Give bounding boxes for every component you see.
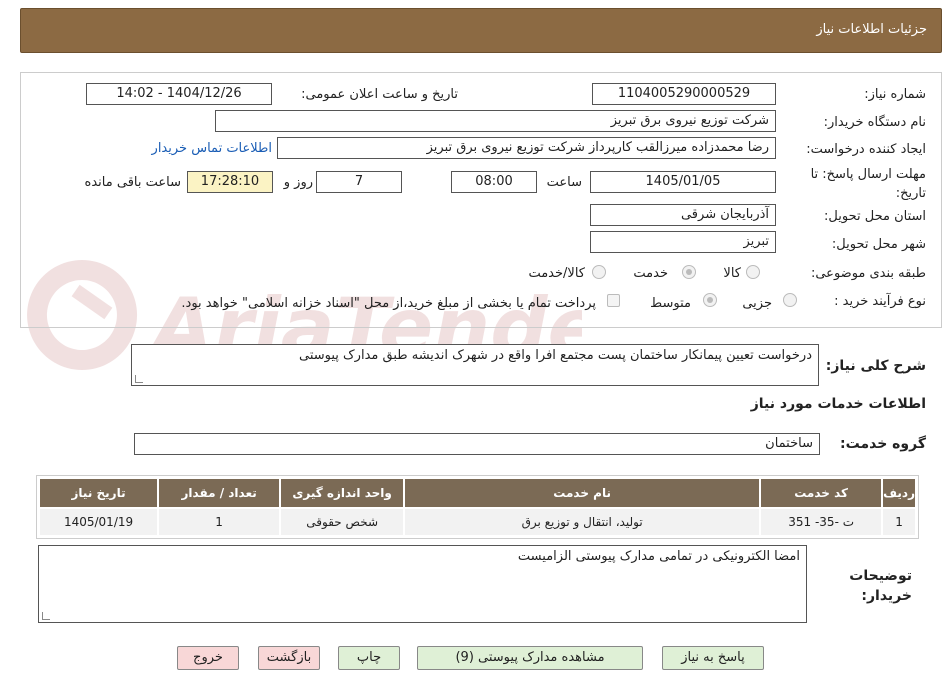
deadline-time-label: ساعت [546, 175, 582, 190]
category-option-both-radio[interactable] [592, 265, 606, 279]
buyer-org-field: شرکت توزیع نیروی برق تبریز [215, 110, 776, 132]
resize-handle-icon[interactable] [135, 375, 143, 383]
remaining-time-label: ساعت باقی مانده [84, 175, 181, 190]
category-option-both-label: کالا/خدمت [528, 266, 585, 281]
cell-service-name: تولید، انتقال و توزیع برق [403, 507, 762, 537]
buyer-notes-textarea[interactable]: امضا الکترونیکی در تمامی مدارک پیوستی ال… [38, 545, 807, 623]
need-number-field: 1104005290000529 [592, 83, 776, 105]
deadline-time-field: 08:00 [451, 171, 537, 193]
city-field: تبریز [590, 231, 776, 253]
days-remaining-field: 7 [316, 171, 402, 193]
need-number-label: شماره نیاز: [864, 87, 926, 102]
col-quantity: تعداد / مقدار [157, 477, 282, 509]
city-label: شهر محل تحویل: [831, 237, 926, 252]
col-service-code: کد خدمت [759, 477, 884, 509]
buyer-contact-link[interactable]: اطلاعات تماس خریدار [152, 141, 272, 156]
buyer-notes-text: امضا الکترونیکی در تمامی مدارک پیوستی ال… [517, 549, 800, 564]
requester-field: رضا محمدزاده میرزالقب کارپرداز شرکت توزی… [277, 137, 776, 159]
process-option-medium-radio[interactable] [703, 293, 717, 307]
category-label: طبقه بندی موضوعی: [810, 266, 926, 281]
buyer-org-label: نام دستگاه خریدار: [823, 115, 926, 130]
announce-date-field: 1404/12/26 - 14:02 [86, 83, 272, 105]
col-service-name: نام خدمت [403, 477, 762, 509]
category-option-service-label: خدمت [633, 266, 668, 281]
cell-quantity: 1 [157, 507, 282, 537]
category-option-goods-radio[interactable] [746, 265, 760, 279]
announce-date-label: تاریخ و ساعت اعلان عمومی: [301, 87, 458, 102]
category-option-service-radio[interactable] [682, 265, 696, 279]
page-title: جزئیات اطلاعات نیاز [816, 22, 927, 37]
service-group-label: گروه خدمت: [840, 436, 926, 452]
deadline-label: مهلت ارسال پاسخ: تا تاریخ: [810, 167, 926, 201]
deadline-date-field: 1405/01/05 [590, 171, 776, 193]
treasury-payment-checkbox[interactable] [607, 294, 620, 307]
col-need-date: تاریخ نیاز [37, 477, 160, 509]
treasury-payment-note: پرداخت تمام یا بخشی از مبلغ خرید،از محل … [181, 296, 596, 311]
services-table-header: ردیف کد خدمت نام خدمت واحد اندازه گیری ت… [37, 477, 917, 509]
print-button[interactable]: چاپ [338, 646, 400, 670]
page-header: جزئیات اطلاعات نیاز [20, 8, 942, 53]
remaining-time-field: 17:28:10 [187, 171, 273, 193]
process-option-medium-label: متوسط [650, 296, 691, 311]
requester-label: ایجاد کننده درخواست: [806, 142, 926, 157]
reply-button[interactable]: پاسخ به نیاز [662, 646, 764, 670]
days-label: روز و [283, 175, 313, 190]
province-label: استان محل تحویل: [824, 209, 926, 224]
buyer-notes-label: توضیحات خریدار: [849, 568, 912, 604]
cell-service-code: ت -35- 351 [759, 507, 884, 537]
process-type-label: نوع فرآیند خرید : [834, 294, 926, 309]
process-option-minor-label: جزیی [742, 296, 772, 311]
services-section-title: اطلاعات خدمات مورد نیاز [750, 396, 926, 412]
view-attachments-button[interactable]: مشاهده مدارک پیوستی (9) [417, 646, 643, 670]
province-field: آذربایجان شرقی [590, 204, 776, 226]
cell-unit: شخص حقوقی [279, 507, 406, 537]
back-button[interactable]: بازگشت [258, 646, 320, 670]
category-option-goods-label: کالا [723, 266, 741, 281]
service-group-field: ساختمان [134, 433, 820, 455]
summary-label: شرح کلی نیاز: [825, 358, 926, 374]
summary-text: درخواست تعیین پیمانکار ساختمان پست مجتمع… [299, 348, 812, 363]
col-unit: واحد اندازه گیری [279, 477, 406, 509]
services-table: ردیف کد خدمت نام خدمت واحد اندازه گیری ت… [37, 477, 917, 537]
col-row: ردیف [881, 477, 917, 509]
process-option-minor-radio[interactable] [783, 293, 797, 307]
cell-need-date: 1405/01/19 [37, 507, 160, 537]
cell-row: 1 [881, 507, 917, 537]
exit-button[interactable]: خروج [177, 646, 239, 670]
summary-textarea[interactable]: درخواست تعیین پیمانکار ساختمان پست مجتمع… [131, 344, 819, 386]
resize-handle-icon[interactable] [42, 612, 50, 620]
table-row: 1 ت -35- 351 تولید، انتقال و توزیع برق ش… [37, 507, 917, 537]
